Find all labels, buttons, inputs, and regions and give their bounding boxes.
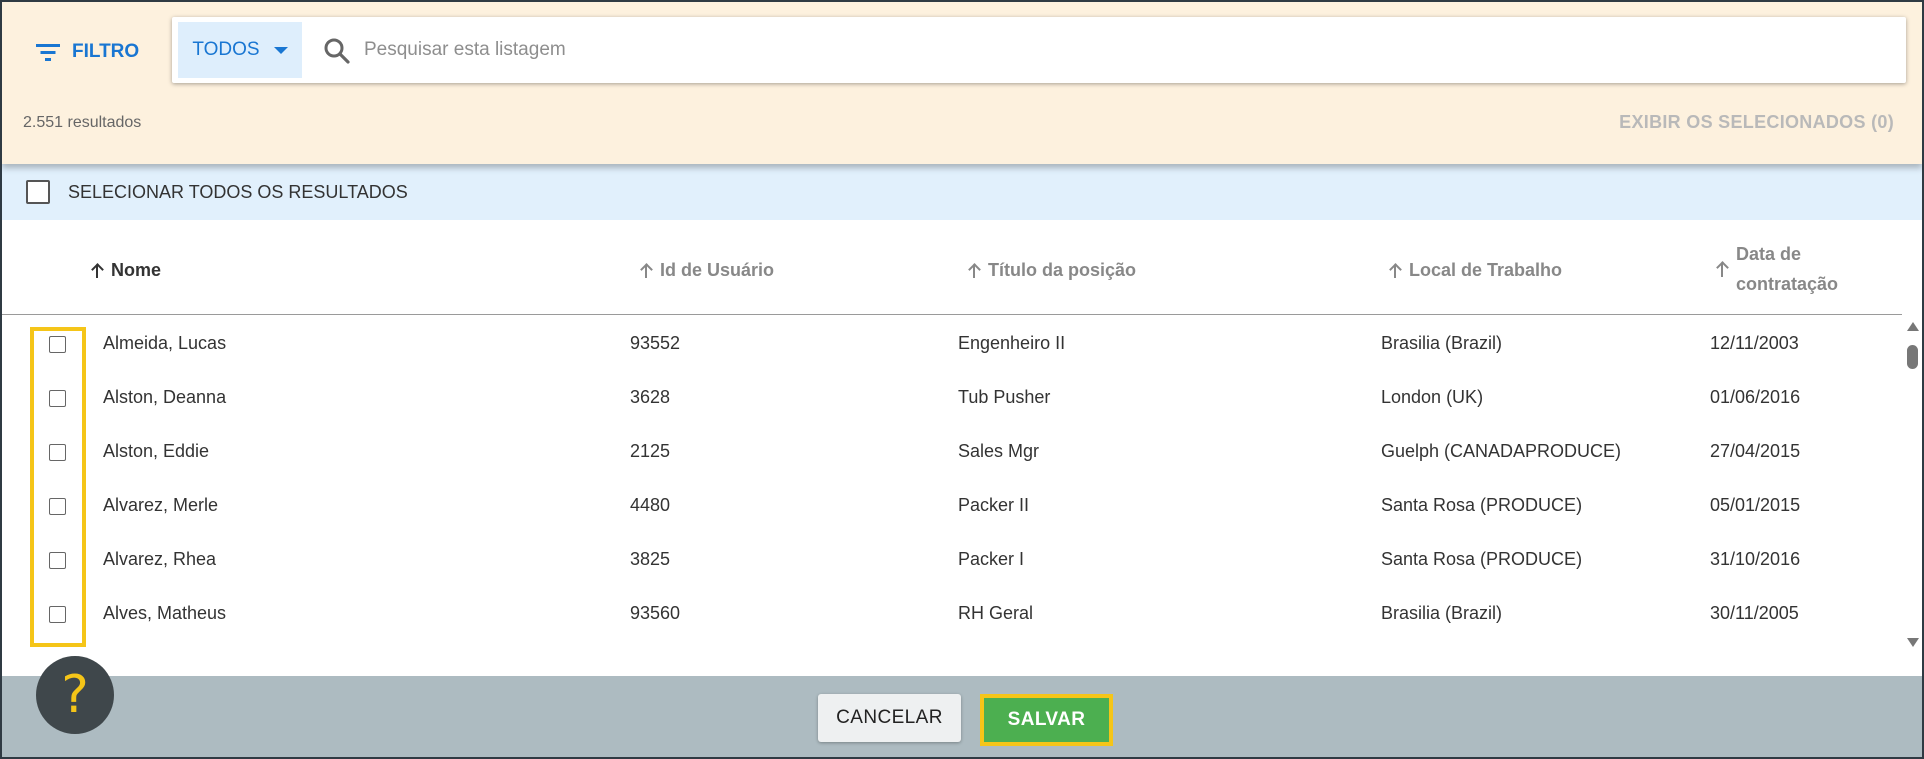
table-row[interactable]: Alston, Deanna 3628 Tub Pusher London (U… [2,370,1902,424]
column-header-name[interactable]: Nome [91,260,161,281]
scope-dropdown[interactable]: TODOS [178,22,302,78]
footer-bar: CANCELAR SALVAR [2,676,1922,757]
cell-name: Alves, Matheus [103,602,227,623]
table-row[interactable]: Almeida, Lucas 93552 Engenheiro II Brasi… [2,316,1902,370]
column-header-user-id[interactable]: Id de Usuário [640,260,774,281]
row-checkbox[interactable] [49,444,66,461]
table-row[interactable]: Alston, Eddie 2125 Sales Mgr Guelph (CAN… [2,424,1902,478]
scope-dropdown-value: TODOS [192,39,260,60]
scrollbar-thumb[interactable] [1907,345,1918,369]
cell-location: Santa Rosa (PRODUCE) [1381,494,1583,515]
scroll-down-arrow-icon[interactable] [1907,638,1919,647]
sort-arrow-up-icon [91,263,103,278]
app-frame: FILTRO TODOS 2.551 resultados EXIBIR OS … [0,0,1924,759]
cell-location: London (UK) [1381,386,1484,407]
help-button[interactable]: ? [36,656,114,734]
cell-hire-date: 31/10/2016 [1710,548,1801,569]
cell-user-id: 3628 [630,386,671,407]
cell-name: Almeida, Lucas [103,332,227,353]
cell-location: Santa Rosa (PRODUCE) [1381,548,1583,569]
question-mark-icon: ? [61,665,89,725]
cell-location: Guelph (CANADAPRODUCE) [1381,440,1622,461]
select-all-checkbox[interactable] [26,180,50,204]
cell-hire-date: 01/06/2016 [1710,386,1801,407]
row-checkbox[interactable] [49,390,66,407]
cell-user-id: 4480 [630,494,671,515]
table-row[interactable]: Alves, Matheus 93560 RH Geral Brasilia (… [2,586,1902,640]
table-row[interactable]: Alvarez, Merle 4480 Packer II Santa Rosa… [2,478,1902,532]
cell-user-id: 93552 [630,332,681,353]
save-button-highlight: SALVAR [980,694,1113,746]
cell-name: Alvarez, Merle [103,494,219,515]
sort-arrow-up-icon [640,263,652,278]
cell-user-id: 93560 [630,602,681,623]
sort-arrow-up-icon [968,263,980,278]
cell-name: Alston, Eddie [103,440,210,461]
search-bar: TODOS [172,17,1906,83]
select-all-bar: SELECIONAR TODOS OS RESULTADOS [2,164,1922,220]
cell-position: Sales Mgr [958,440,1040,461]
cell-position: Packer II [958,494,1030,515]
cell-name: Alvarez, Rhea [103,548,217,569]
results-count: 2.551 resultados [23,114,142,131]
row-checkbox[interactable] [49,606,66,623]
filter-label: FILTRO [72,41,140,62]
cell-hire-date: 27/04/2015 [1710,440,1801,461]
row-checkbox[interactable] [49,552,66,569]
scroll-up-arrow-icon[interactable] [1907,322,1919,331]
search-input[interactable] [364,29,1864,71]
select-all-label: SELECIONAR TODOS OS RESULTADOS [68,181,408,202]
column-header-position[interactable]: Título da posição [968,260,1136,281]
row-checkbox[interactable] [49,498,66,515]
filter-icon [36,43,60,61]
cell-location: Brasilia (Brazil) [1381,332,1503,353]
save-button[interactable]: SALVAR [984,698,1109,742]
cell-position: Engenheiro II [958,332,1066,353]
table-row[interactable]: Alvarez, Rhea 3825 Packer I Santa Rosa (… [2,532,1902,586]
column-header-location[interactable]: Local de Trabalho [1389,260,1562,281]
cell-hire-date: 30/11/2005 [1710,602,1799,623]
sort-arrow-up-icon [1389,263,1401,278]
cell-user-id: 2125 [630,440,671,461]
search-icon [324,38,350,64]
table-header: Nome Id de Usuário Título da posição Loc… [2,220,1902,315]
column-header-hire-date[interactable]: Data de contratação [1716,239,1838,299]
cell-location: Brasilia (Brazil) [1381,602,1503,623]
cell-hire-date: 05/01/2015 [1710,494,1801,515]
row-checkbox[interactable] [49,336,66,353]
show-selected-button[interactable]: EXIBIR OS SELECIONADOS (0) [1619,112,1894,133]
cell-hire-date: 12/11/2003 [1710,332,1799,353]
sort-arrow-up-icon [1716,262,1728,277]
cell-name: Alston, Deanna [103,386,227,407]
cell-user-id: 3825 [630,548,671,569]
cell-position: Packer I [958,548,1025,569]
filter-button[interactable]: FILTRO [36,38,139,66]
table-body: Almeida, Lucas 93552 Engenheiro II Brasi… [2,316,1902,676]
cancel-button[interactable]: CANCELAR [818,694,961,742]
cell-position: Tub Pusher [958,386,1051,407]
caret-down-icon [273,46,288,54]
cell-position: RH Geral [958,602,1034,623]
header-panel: FILTRO TODOS 2.551 resultados EXIBIR OS … [2,2,1922,164]
